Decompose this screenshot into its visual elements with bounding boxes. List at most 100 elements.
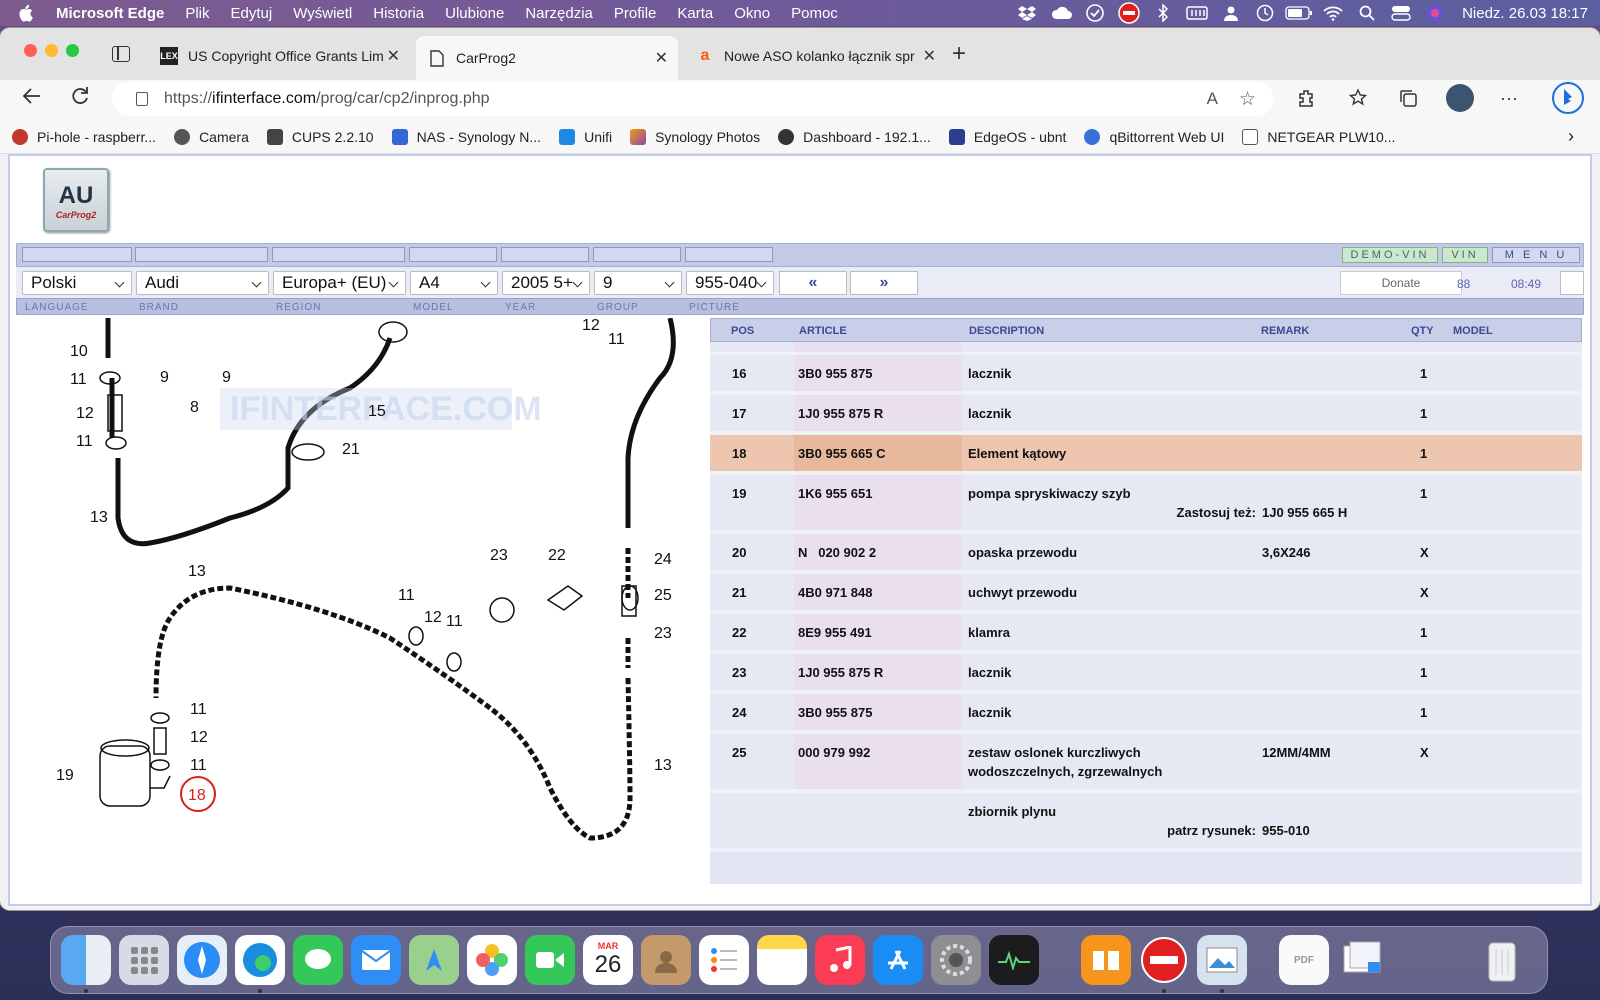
user-icon[interactable] bbox=[1214, 0, 1248, 26]
close-tab-icon[interactable]: ✕ bbox=[923, 46, 936, 66]
parts-diagram[interactable]: IFINTERFACE.COM 10 11 12 11 13 9 9 8 15 … bbox=[30, 318, 710, 878]
next-picture-button[interactable]: » bbox=[850, 271, 918, 295]
model-select[interactable]: A4 bbox=[410, 271, 498, 295]
table-row[interactable]: zbiornik plynu patrz rysunek: 955-010 bbox=[710, 793, 1582, 848]
table-row[interactable]: 23 1J0 955 875 R lacznik 1 bbox=[710, 654, 1582, 690]
mail-icon[interactable] bbox=[351, 935, 401, 985]
table-row[interactable]: 16 3B0 955 875 lacznik 1 bbox=[710, 355, 1582, 391]
zoom-window-button[interactable] bbox=[66, 44, 79, 57]
edge-icon[interactable] bbox=[235, 935, 285, 985]
system-settings-icon[interactable] bbox=[931, 935, 981, 985]
address-bar[interactable]: https://ifinterface.com/prog/car/cp2/inp… bbox=[112, 82, 1274, 116]
vin-button[interactable]: VIN bbox=[1442, 247, 1488, 263]
menu-wyswietl[interactable]: Wyświetl bbox=[293, 5, 352, 22]
launchpad-icon[interactable] bbox=[119, 935, 169, 985]
siri-icon[interactable] bbox=[1418, 0, 1452, 26]
facetime-icon[interactable] bbox=[525, 935, 575, 985]
photos-icon[interactable] bbox=[467, 935, 517, 985]
calendar-icon[interactable]: MAR 26 bbox=[583, 935, 633, 985]
menu-pomoc[interactable]: Pomoc bbox=[791, 5, 838, 22]
table-row[interactable]: 22 8E9 955 491 klamra 1 bbox=[710, 614, 1582, 650]
language-select[interactable]: Polski bbox=[22, 271, 132, 295]
app-store-icon[interactable] bbox=[873, 935, 923, 985]
region-select[interactable]: Europa+ (EU) bbox=[273, 271, 406, 295]
tab-allegro[interactable]: a Nowe ASO kolanko łącznik spr ✕ bbox=[684, 38, 946, 74]
stop-sign-icon[interactable] bbox=[1112, 0, 1146, 26]
bookmark-synology-photos[interactable]: Synology Photos bbox=[630, 128, 760, 145]
previous-picture-button[interactable]: « bbox=[779, 271, 847, 295]
table-row[interactable]: 24 3B0 955 875 lacznik 1 bbox=[710, 694, 1582, 730]
bookmark-cups[interactable]: CUPS 2.2.10 bbox=[266, 128, 374, 145]
table-row[interactable]: 21 4B0 971 848 uchwyt przewodu X bbox=[710, 574, 1582, 610]
reminders-icon[interactable] bbox=[699, 935, 749, 985]
time-machine-icon[interactable] bbox=[1248, 0, 1282, 26]
profile-avatar[interactable] bbox=[1446, 84, 1474, 112]
battery-icon[interactable] bbox=[1282, 0, 1316, 26]
group-select[interactable]: 9 bbox=[594, 271, 682, 295]
menu-plik[interactable]: Plik bbox=[185, 5, 209, 22]
tab-carprog2[interactable]: CarProg2 ✕ bbox=[416, 36, 678, 80]
search-icon[interactable] bbox=[1350, 0, 1384, 26]
bluetooth-icon[interactable] bbox=[1146, 0, 1180, 26]
close-window-button[interactable] bbox=[24, 44, 37, 57]
checkmark-circle-icon[interactable] bbox=[1078, 0, 1112, 26]
music-icon[interactable] bbox=[815, 935, 865, 985]
bing-icon[interactable] bbox=[1552, 82, 1584, 114]
brand-select[interactable]: Audi bbox=[136, 271, 269, 295]
refresh-icon[interactable] bbox=[70, 86, 90, 112]
lock-icon[interactable] bbox=[136, 92, 148, 106]
empty-box[interactable] bbox=[1560, 271, 1584, 295]
table-row[interactable]: 20 N 020 902 2 opaska przewodu 3,6X246 X bbox=[710, 534, 1582, 570]
menu-narzedzia[interactable]: Narzędzia bbox=[525, 5, 593, 22]
menu-profile[interactable]: Profile bbox=[614, 5, 657, 22]
menubar-clock[interactable]: Niedz. 26.03 18:17 bbox=[1462, 5, 1588, 22]
messages-icon[interactable] bbox=[293, 935, 343, 985]
menu-button[interactable]: M E N U bbox=[1492, 247, 1580, 263]
table-row[interactable]: 19 1K6 955 651 pompa spryskiwaczy szyb 1… bbox=[710, 475, 1582, 530]
bookmark-pihole[interactable]: Pi-hole - raspberr... bbox=[12, 128, 156, 145]
collections-icon[interactable] bbox=[1398, 88, 1418, 113]
tab-copyright[interactable]: LEX US Copyright Office Grants Lim ✕ bbox=[148, 38, 410, 74]
tab-actions-icon[interactable] bbox=[112, 46, 130, 62]
menu-historia[interactable]: Historia bbox=[373, 5, 424, 22]
menu-edytuj[interactable]: Edytuj bbox=[231, 5, 273, 22]
activity-monitor-icon[interactable] bbox=[989, 935, 1039, 985]
read-aloud-icon[interactable]: A bbox=[1207, 89, 1218, 109]
contacts-icon[interactable] bbox=[641, 935, 691, 985]
notes-icon[interactable] bbox=[757, 935, 807, 985]
trash-icon[interactable] bbox=[1477, 935, 1527, 985]
finder-icon[interactable] bbox=[61, 935, 111, 985]
extensions-icon[interactable] bbox=[1296, 88, 1316, 113]
chevron-right-icon[interactable]: › bbox=[1568, 126, 1574, 147]
safari-icon[interactable] bbox=[177, 935, 227, 985]
memory-icon[interactable] bbox=[1180, 0, 1214, 26]
table-row[interactable]: 17 1J0 955 875 R lacznik 1 bbox=[710, 395, 1582, 431]
menu-karta[interactable]: Karta bbox=[677, 5, 713, 22]
year-select[interactable]: 2005 5+ bbox=[502, 271, 590, 295]
close-tab-icon[interactable]: ✕ bbox=[387, 46, 400, 66]
demo-vin-button[interactable]: DEMO-VIN bbox=[1342, 247, 1438, 263]
preview-icon[interactable] bbox=[1197, 935, 1247, 985]
menu-okno[interactable]: Okno bbox=[734, 5, 770, 22]
minimize-window-button[interactable] bbox=[45, 44, 58, 57]
dropbox-icon[interactable] bbox=[1010, 0, 1044, 26]
pdf-document-icon[interactable]: PDF bbox=[1279, 935, 1329, 985]
bookmark-nas[interactable]: NAS - Synology N... bbox=[391, 128, 541, 145]
bookmark-edgeos[interactable]: EdgeOS - ubnt bbox=[948, 128, 1066, 145]
picture-select[interactable]: 955-040 bbox=[686, 271, 774, 295]
bookmark-netgear[interactable]: NETGEAR PLW10... bbox=[1242, 128, 1395, 145]
bookmark-unifi[interactable]: Unifi bbox=[559, 128, 612, 145]
stop-sign-app-icon[interactable] bbox=[1139, 935, 1189, 985]
table-row[interactable]: 25 000 979 992 zestaw oslonek kurczliwyc… bbox=[710, 734, 1582, 789]
menu-ulubione[interactable]: Ulubione bbox=[445, 5, 504, 22]
add-favorite-icon[interactable]: ☆ bbox=[1239, 88, 1256, 111]
bookmark-qbittorrent[interactable]: qBittorrent Web UI bbox=[1084, 128, 1224, 145]
more-options-icon[interactable]: ··· bbox=[1500, 88, 1518, 109]
bookmark-dashboard[interactable]: Dashboard - 192.1... bbox=[778, 128, 931, 145]
cloud-icon[interactable] bbox=[1044, 0, 1078, 26]
favorites-icon[interactable] bbox=[1348, 88, 1368, 113]
menu-app-name[interactable]: Microsoft Edge bbox=[56, 5, 164, 22]
downloads-stack-icon[interactable] bbox=[1337, 935, 1387, 985]
table-row-selected[interactable]: 18 3B0 955 665 C Element kątowy 1 bbox=[710, 435, 1582, 471]
donate-button[interactable]: Donate bbox=[1340, 271, 1462, 295]
